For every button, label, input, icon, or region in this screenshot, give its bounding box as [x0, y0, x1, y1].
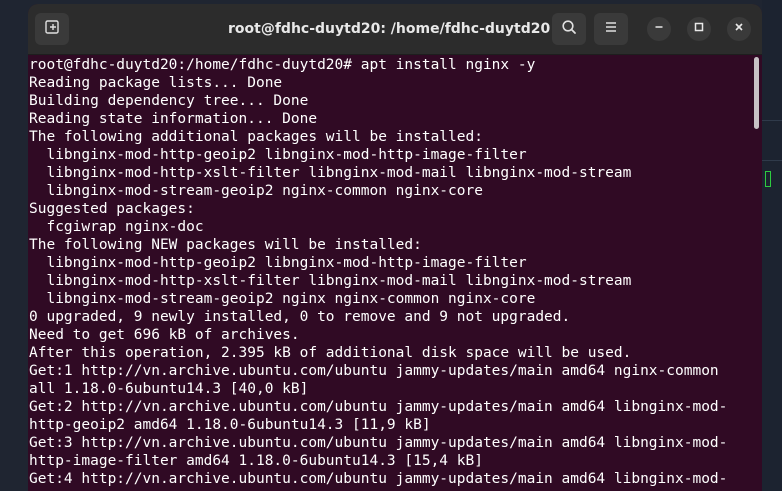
terminal-line: Need to get 696 kB of archives. [29, 327, 300, 343]
terminal-line: http-image-filter amd64 1.18.0-6ubuntu14… [29, 453, 483, 469]
terminal-line: Building dependency tree... Done [29, 93, 309, 109]
terminal-line: libnginx-mod-http-geoip2 libnginx-mod-ht… [29, 147, 527, 163]
terminal-line: fcgiwrap nginx-doc [29, 219, 204, 235]
terminal-line: The following additional packages will b… [29, 129, 483, 145]
window-title: root@fdhc-duytd20: /home/fdhc-duytd20 [228, 21, 551, 37]
terminal-line: Reading package lists... Done [29, 75, 283, 91]
terminal-line: 0 upgraded, 9 newly installed, 0 to remo… [29, 309, 571, 325]
search-button[interactable] [552, 13, 586, 45]
terminal-text: root@fdhc-duytd20:/home/fdhc-duytd20# ap… [28, 55, 752, 488]
maximize-button[interactable] [687, 17, 711, 41]
terminal-line: Get:1 http://vn.archive.ubuntu.com/ubunt… [29, 363, 719, 379]
terminal-line: libnginx-mod-stream-geoip2 nginx nginx-c… [29, 291, 536, 307]
close-button[interactable] [727, 17, 751, 41]
new-tab-icon [44, 19, 60, 40]
terminal-output-area[interactable]: root@fdhc-duytd20:/home/fdhc-duytd20# ap… [28, 55, 752, 491]
terminal-line: Get:2 http://vn.archive.ubuntu.com/ubunt… [29, 399, 728, 415]
terminal-line: Suggested packages: [29, 201, 195, 217]
terminal-line: libnginx-mod-http-xslt-filter libnginx-m… [29, 273, 632, 289]
background-cursor [765, 171, 771, 187]
terminal-line: Get:3 http://vn.archive.ubuntu.com/ubunt… [29, 435, 728, 451]
terminal-line: all 1.18.0-6ubuntu14.3 [40,0 kB] [29, 381, 309, 397]
close-icon [733, 20, 745, 38]
minimize-button[interactable] [647, 17, 671, 41]
terminal-line: root@fdhc-duytd20:/home/fdhc-duytd20# ap… [29, 57, 536, 73]
terminal-line: Reading state information... Done [29, 111, 318, 127]
minimize-icon [653, 20, 665, 38]
hamburger-menu-icon [603, 19, 619, 40]
terminal-line: libnginx-mod-stream-geoip2 nginx-common … [29, 183, 483, 199]
new-tab-button[interactable] [35, 13, 69, 45]
terminal-line: libnginx-mod-http-xslt-filter libnginx-m… [29, 165, 632, 181]
terminal-line: After this operation, 2.395 kB of additi… [29, 345, 632, 361]
title-bar[interactable]: root@fdhc-duytd20: /home/fdhc-duytd20 [28, 4, 762, 55]
terminal-line: The following NEW packages will be insta… [29, 237, 422, 253]
terminal-line: libnginx-mod-http-geoip2 libnginx-mod-ht… [29, 255, 527, 271]
terminal-window: root@fdhc-duytd20: /home/fdhc-duytd20 ro… [28, 4, 762, 491]
background-divider [762, 120, 782, 121]
terminal-line: http-geoip2 amd64 1.18.0-6ubuntu14.3 [11… [29, 417, 431, 433]
background-divider [762, 160, 782, 161]
scrollbar[interactable] [752, 55, 762, 491]
desktop: root@fdhc-duytd20: /home/fdhc-duytd20 ro… [0, 0, 782, 491]
search-icon [561, 19, 577, 40]
maximize-icon [693, 20, 705, 38]
terminal-line: Get:4 http://vn.archive.ubuntu.com/ubunt… [29, 471, 728, 487]
scrollbar-thumb[interactable] [754, 57, 759, 129]
menu-button[interactable] [594, 13, 628, 45]
background-window [762, 0, 782, 491]
